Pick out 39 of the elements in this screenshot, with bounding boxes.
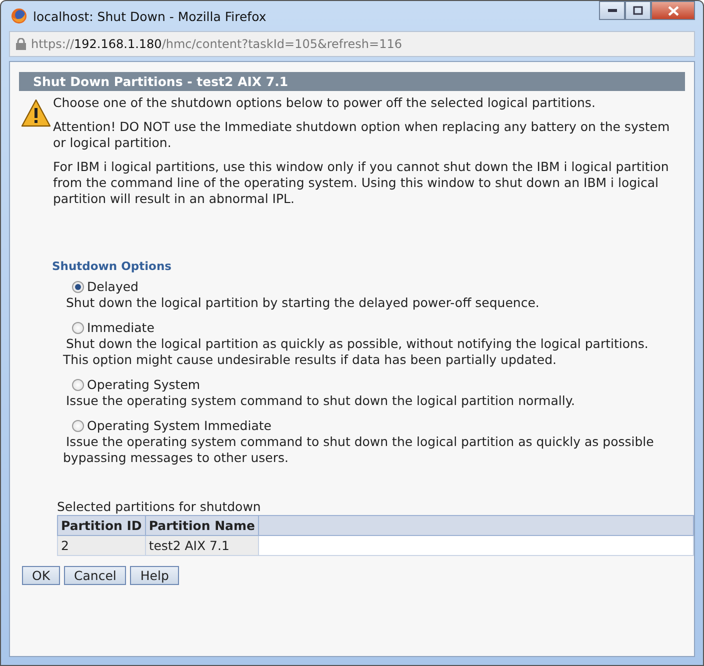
dialog-button[interactable]: Cancel [64, 566, 126, 585]
option-description: Issue the operating system command to shut down the logical partition as quickly as possible [66, 434, 655, 450]
close-icon [668, 6, 678, 16]
column-header: Partition ID [58, 516, 146, 536]
table-cell: test2 AIX 7.1 [145, 536, 258, 556]
option-label: Operating System Immediate [87, 418, 272, 434]
browser-icon [11, 8, 27, 24]
maximize-button[interactable] [625, 1, 651, 20]
option-label: Operating System [87, 377, 200, 393]
section-heading: Shutdown Options [52, 259, 172, 273]
option-description: This option might cause undesirable results if data has been partially updated. [63, 352, 558, 368]
radio-button[interactable] [72, 379, 84, 391]
close-button[interactable] [651, 1, 695, 20]
message-text: For IBM i logical partitions, use this window only if you cannot shut down the IBM i logical partition from the command line of the operating system. Using this window to shut down an IBM i logical partition will result in an abnormal IPL. [53, 159, 670, 207]
radio-button[interactable] [72, 420, 84, 432]
dialog-button[interactable]: Help [130, 566, 179, 585]
panel-title: Shut Down Partitions - test2 AIX 7.1 [19, 72, 685, 91]
option-description: bypassing messages to other users. [63, 450, 290, 466]
message-text: Choose one of the shutdown options below to power off the selected logical partitions. [53, 95, 596, 111]
radio-button[interactable] [72, 322, 84, 334]
minimize-icon [608, 9, 616, 12]
table-caption: Selected partitions for shutdown [57, 499, 262, 515]
table-cell: 2 [58, 536, 146, 556]
window-title: localhost: Shut Down - Mozilla Firefox [33, 8, 268, 24]
warning-icon [21, 99, 51, 127]
option-description: Shut down the logical partition by starting the delayed power-off sequence. [66, 295, 540, 311]
option-label: Immediate [87, 320, 154, 336]
option-label: Delayed [87, 279, 138, 295]
message-text: Attention! DO NOT use the Immediate shutdown option when replacing any battery on the system or logical partition. [53, 119, 671, 151]
option-description: Shut down the logical partition as quickly as possible, without notifying the logical partitions. [66, 336, 650, 352]
minimize-button[interactable] [599, 1, 625, 20]
address-bar[interactable]: https://192.168.1.180/hmc/content?taskId=105&refresh=116 [9, 31, 695, 57]
radio-button[interactable] [72, 281, 84, 293]
dialog-button[interactable]: OK [22, 566, 60, 585]
option-description: Issue the operating system command to shut down the logical partition normally. [66, 393, 576, 409]
column-header: Partition Name [145, 516, 258, 536]
lock-icon [16, 38, 26, 50]
maximize-icon [633, 6, 643, 15]
url-text: https://192.168.1.180/hmc/content?taskId=105&refresh=116 [31, 37, 402, 51]
